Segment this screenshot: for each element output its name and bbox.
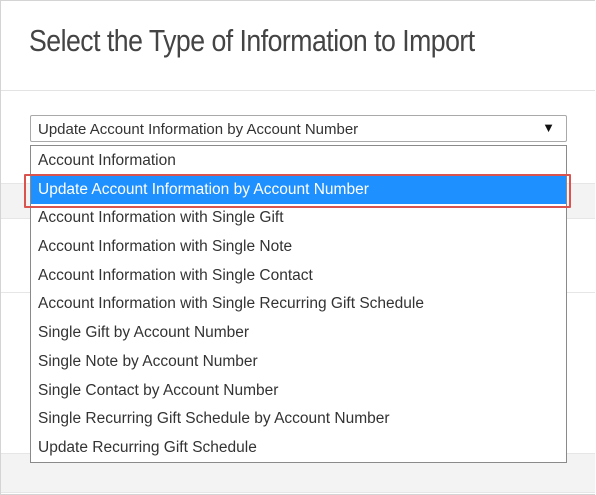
page-title: Select the Type of Information to Import <box>29 23 475 58</box>
divider <box>1 90 595 91</box>
option-account-information-with-single-gift[interactable]: Account Information with Single Gift <box>31 204 566 233</box>
select-current-value: Update Account Information by Account Nu… <box>38 121 359 138</box>
import-type-options-list[interactable]: Account Information Update Account Infor… <box>30 145 567 463</box>
option-account-information-with-single-note[interactable]: Account Information with Single Note <box>31 233 566 262</box>
import-panel: Select the Type of Information to Import… <box>0 0 595 495</box>
option-single-gift-by-account-number[interactable]: Single Gift by Account Number <box>31 319 566 348</box>
option-account-information[interactable]: Account Information <box>31 147 566 176</box>
option-update-account-information-by-account-number[interactable]: Update Account Information by Account Nu… <box>31 175 566 205</box>
option-account-information-with-single-recurring-gift-schedule[interactable]: Account Information with Single Recurrin… <box>31 290 566 319</box>
option-single-recurring-gift-schedule-by-account-number[interactable]: Single Recurring Gift Schedule by Accoun… <box>31 405 566 434</box>
caret-down-icon: ▼ <box>542 120 555 135</box>
option-account-information-with-single-contact[interactable]: Account Information with Single Contact <box>31 262 566 291</box>
option-update-recurring-gift-schedule[interactable]: Update Recurring Gift Schedule <box>31 434 566 463</box>
import-type-select[interactable]: Update Account Information by Account Nu… <box>30 115 567 142</box>
import-type-page: Select the Type of Information to Import… <box>0 0 596 495</box>
option-single-note-by-account-number[interactable]: Single Note by Account Number <box>31 348 566 377</box>
option-single-contact-by-account-number[interactable]: Single Contact by Account Number <box>31 377 566 406</box>
